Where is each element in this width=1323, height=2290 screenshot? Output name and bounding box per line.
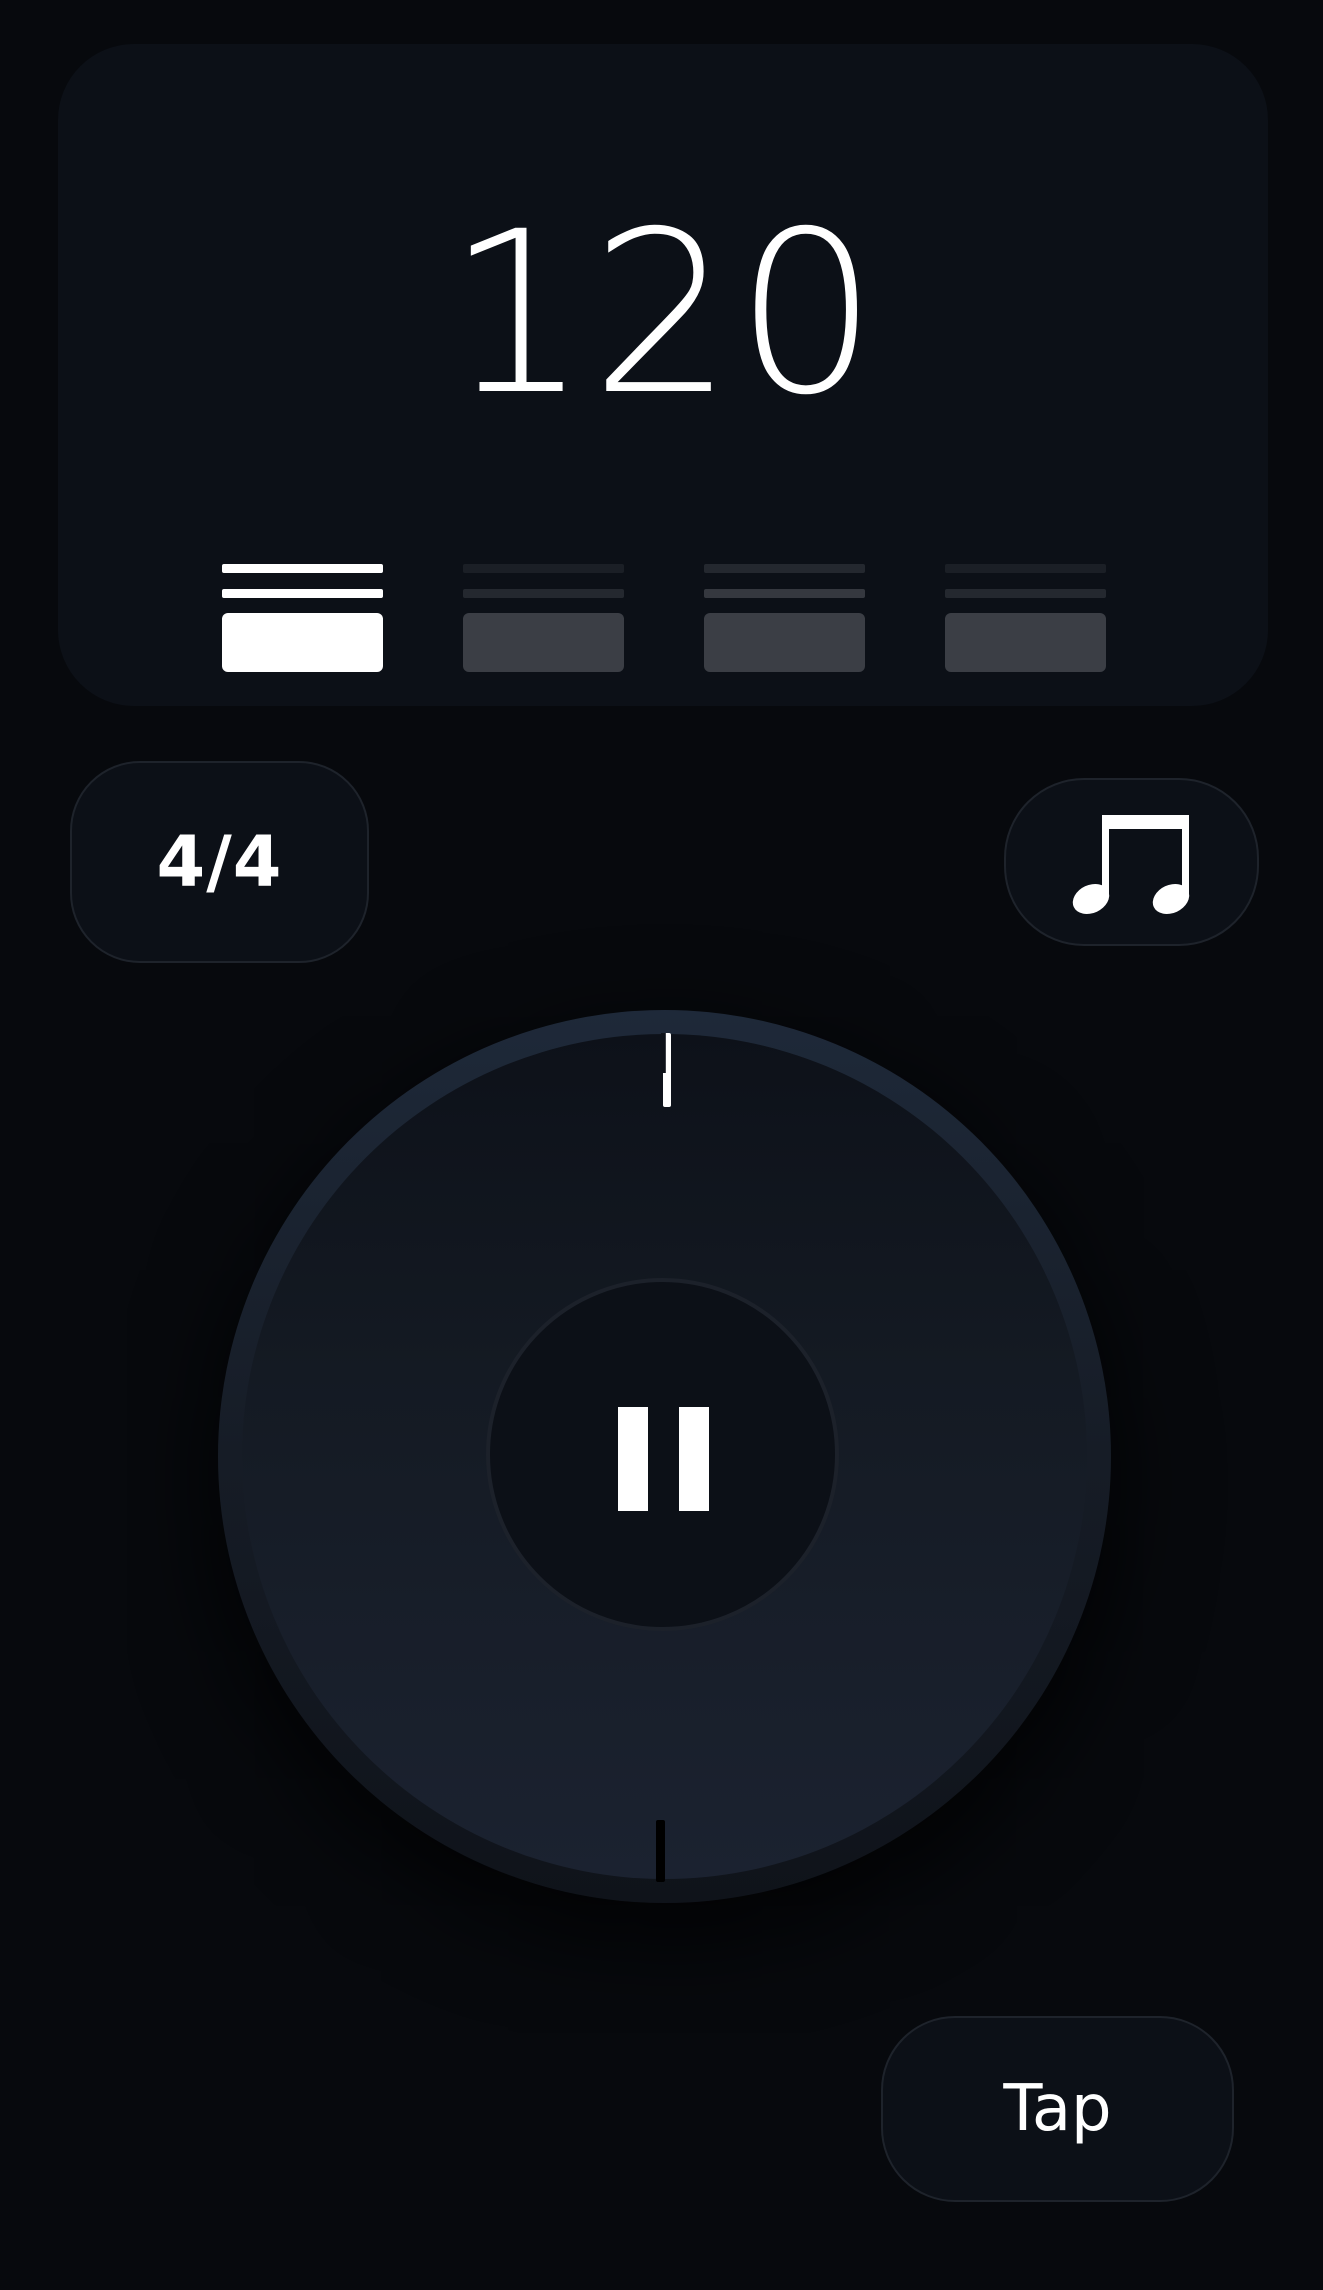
play-pause-button[interactable] bbox=[486, 1278, 839, 1631]
time-signature-button[interactable]: 4/4 bbox=[70, 761, 369, 963]
metronome-app: 120 4/4 Tap bbox=[0, 0, 1323, 2290]
beat-indicators bbox=[222, 520, 1106, 672]
beat-accent-line bbox=[222, 589, 383, 598]
beat-indicator-4[interactable] bbox=[945, 520, 1106, 672]
beat-accent-line bbox=[704, 589, 865, 598]
beat-accent-line bbox=[945, 564, 1106, 573]
tempo-display-card: 120 bbox=[58, 44, 1268, 706]
beat-block bbox=[222, 613, 383, 672]
beat-block bbox=[704, 613, 865, 672]
pause-icon bbox=[679, 1407, 709, 1511]
beat-block bbox=[945, 613, 1106, 672]
beat-accent-line bbox=[945, 589, 1106, 598]
beat-indicator-2[interactable] bbox=[463, 520, 624, 672]
beat-block bbox=[463, 613, 624, 672]
dial-position-marker bbox=[656, 1820, 665, 1882]
music-notes-icon bbox=[1072, 815, 1189, 915]
beat-indicator-1[interactable] bbox=[222, 520, 383, 672]
pause-icon bbox=[618, 1407, 648, 1511]
beat-indicator-3[interactable] bbox=[704, 520, 865, 672]
bpm-value[interactable]: 120 bbox=[58, 194, 1268, 434]
beat-accent-line bbox=[222, 564, 383, 573]
sound-select-button[interactable] bbox=[1004, 778, 1259, 946]
time-signature-label: 4/4 bbox=[156, 821, 283, 903]
beat-accent-line bbox=[463, 564, 624, 573]
dial-top-marker bbox=[663, 1033, 671, 1107]
beat-accent-line bbox=[463, 589, 624, 598]
beat-accent-line bbox=[704, 564, 865, 573]
tap-label: Tap bbox=[1003, 2072, 1112, 2146]
tap-tempo-button[interactable]: Tap bbox=[881, 2016, 1234, 2202]
